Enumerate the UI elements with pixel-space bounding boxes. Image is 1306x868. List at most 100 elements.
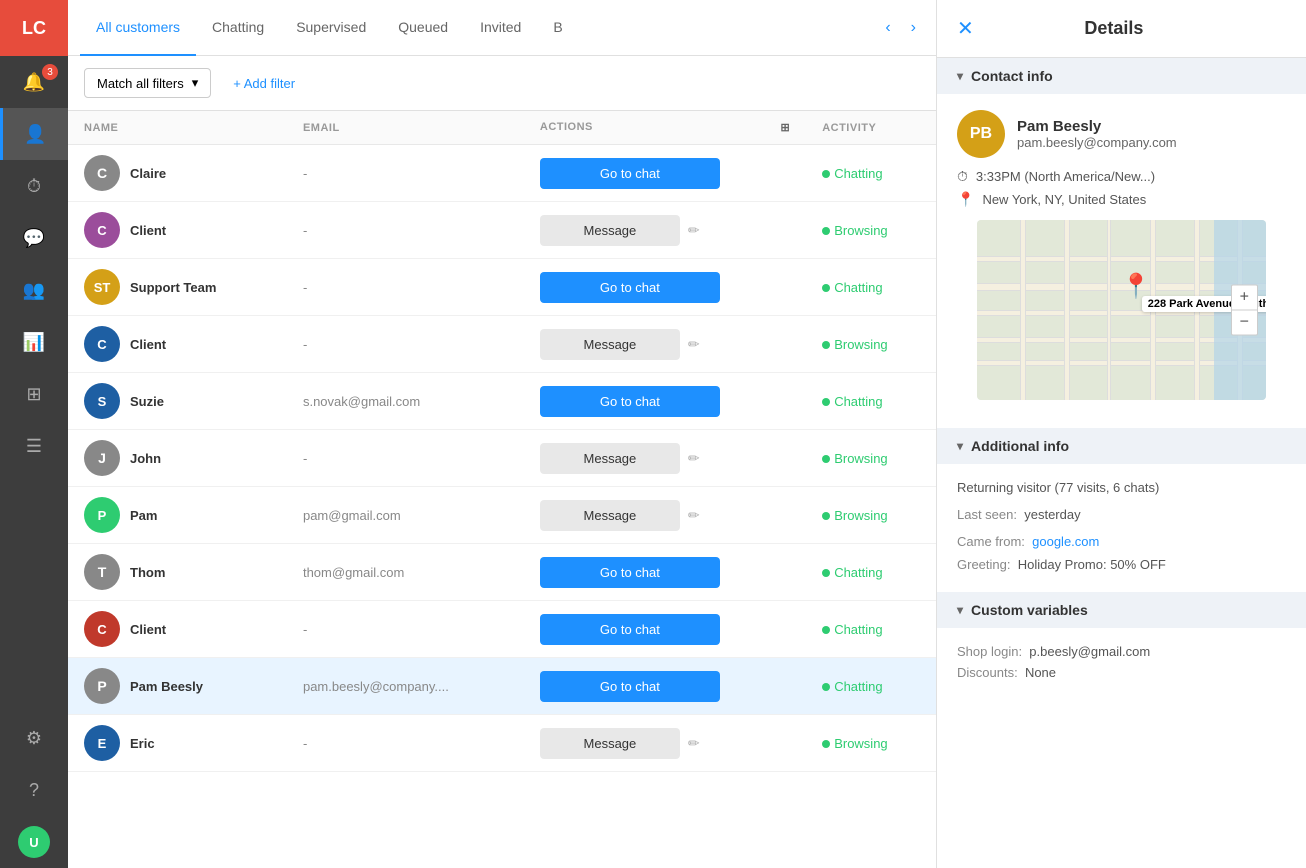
table-row[interactable]: SSuzies.novak@gmail.comGo to chatChattin… [68,373,936,430]
col-activity: ACTIVITY [806,111,936,145]
contact-time: 3:33PM (North America/New...) [976,169,1155,184]
filter-match-label: Match all filters [97,76,184,91]
status-text: Chatting [834,565,882,580]
table-header-row: NAME EMAIL ACTIONS ⊞ ACTIVITY [68,111,936,145]
col-name: NAME [68,111,287,145]
customer-name-wrapper: STSupport Team [84,269,271,305]
contact-name: Pam Beesly [1017,118,1177,135]
status-text: Browsing [834,223,887,238]
edit-icon[interactable]: ✏ [688,507,700,524]
actions-wrapper: Go to chat [540,671,790,702]
customer-email-cell: - [287,259,524,316]
sidebar-item-chats[interactable]: 💬 [0,212,68,264]
message-button[interactable]: Message [540,728,680,759]
add-filter-button[interactable]: + Add filter [223,70,305,97]
user-avatar-bottom[interactable]: U [0,816,68,868]
app-logo[interactable]: LC [0,0,68,56]
actions-wrapper: Message ✏ [540,215,790,246]
sidebar-item-settings[interactable]: ⚙ [0,712,68,764]
sidebar-item-help[interactable]: ? [0,764,68,816]
table-row[interactable]: CClient-Message✏Browsing [68,316,936,373]
match-filter-dropdown[interactable]: Match all filters ▾ [84,68,211,98]
sidebar-item-apps[interactable]: ⊞ [0,368,68,420]
sidebar-item-list[interactable]: ☰ [0,420,68,472]
chart-icon: 📊 [23,332,45,353]
go-to-chat-button[interactable]: Go to chat [540,614,720,645]
table-row[interactable]: PPam Beeslypam.beesly@company....Go to c… [68,658,936,715]
table-row[interactable]: PPampam@gmail.comMessage✏Browsing [68,487,936,544]
status-dot [822,284,830,292]
table-row[interactable]: EEric-Message✏Browsing [68,715,936,772]
panel-close-button[interactable]: ✕ [957,16,974,41]
go-to-chat-button[interactable]: Go to chat [540,671,720,702]
came-from-link[interactable]: google.com [1032,534,1099,549]
tab-all-customers[interactable]: All customers [80,0,196,56]
col-email: EMAIL [287,111,524,145]
table-row[interactable]: CClient-Go to chatChatting [68,601,936,658]
customer-activity-cell: Browsing [806,316,936,373]
map-zoom-controls[interactable]: + − [1231,285,1258,336]
custom-variables-section-header[interactable]: ▾ Custom variables [937,592,1306,628]
customer-actions-cell: Message ✏ [524,715,806,772]
customer-actions-cell: Message ✏ [524,316,806,373]
customer-name-cell: STSupport Team [68,259,287,316]
additional-info-label: Additional info [971,438,1069,454]
visits-text: Returning visitor (77 visits, 6 chats) [957,480,1286,495]
edit-icon[interactable]: ✏ [688,336,700,353]
message-button[interactable]: Message [540,215,680,246]
message-button[interactable]: Message [540,500,680,531]
sidebar-item-history[interactable]: ⏱ [0,160,68,212]
came-from-text: Came from: google.com [957,534,1286,549]
edit-icon[interactable]: ✏ [688,735,700,752]
edit-icon[interactable]: ✏ [688,450,700,467]
last-seen-value: yesterday [1024,507,1080,522]
additional-info-section-header[interactable]: ▾ Additional info [937,428,1306,464]
map-zoom-out-button[interactable]: − [1232,311,1257,335]
filter-bar: Match all filters ▾ + Add filter [68,56,936,111]
map-zoom-in-button[interactable]: + [1232,286,1257,311]
sidebar-item-reports[interactable]: 📊 [0,316,68,368]
column-settings-icon[interactable]: ⊞ [780,121,790,134]
status-dot [822,227,830,235]
chevron-down-icon: ▾ [957,439,963,453]
customer-name-cell: TThom [68,544,287,601]
tab-navigation: ‹ › [877,15,924,41]
go-to-chat-button[interactable]: Go to chat [540,386,720,417]
customer-name-wrapper: PPam Beesly [84,668,271,704]
customer-name-text: Thom [130,565,165,580]
go-to-chat-button[interactable]: Go to chat [540,272,720,303]
sidebar-item-notifications[interactable]: 🔔 3 [0,56,68,108]
tab-chatting[interactable]: Chatting [196,0,280,56]
actions-wrapper: Go to chat [540,614,790,645]
table-row[interactable]: CClaire-Go to chatChatting [68,145,936,202]
customer-name-cell: JJohn [68,430,287,487]
edit-icon[interactable]: ✏ [688,222,700,239]
tab-prev-button[interactable]: ‹ [877,15,898,41]
sidebar-item-customers[interactable]: 👤 [0,108,68,160]
list-icon: ☰ [26,436,42,457]
col-actions: ACTIONS ⊞ [524,111,806,145]
message-button[interactable]: Message [540,329,680,360]
message-button[interactable]: Message [540,443,680,474]
actions-wrapper: Go to chat [540,386,790,417]
tab-supervised[interactable]: Supervised [280,0,382,56]
customer-email-cell: - [287,430,524,487]
contact-info-section-header[interactable]: ▾ Contact info [937,58,1306,94]
table-row[interactable]: STSupport Team-Go to chatChatting [68,259,936,316]
customer-email-cell: - [287,145,524,202]
contact-identity-row: PB Pam Beesly pam.beesly@company.com [957,110,1286,158]
go-to-chat-button[interactable]: Go to chat [540,158,720,189]
customer-email-cell: - [287,316,524,373]
table-row[interactable]: CClient-Message✏Browsing [68,202,936,259]
contact-info-label: Contact info [971,68,1053,84]
actions-wrapper: Message ✏ [540,500,790,531]
tab-b[interactable]: B [537,0,578,56]
table-row[interactable]: TThomthom@gmail.comGo to chatChatting [68,544,936,601]
tab-next-button[interactable]: › [903,15,924,41]
go-to-chat-button[interactable]: Go to chat [540,557,720,588]
sidebar-item-team[interactable]: 👥 [0,264,68,316]
tab-queued[interactable]: Queued [382,0,464,56]
sidebar-bottom: ⚙ ? U [0,712,68,868]
tab-invited[interactable]: Invited [464,0,537,56]
table-row[interactable]: JJohn-Message✏Browsing [68,430,936,487]
